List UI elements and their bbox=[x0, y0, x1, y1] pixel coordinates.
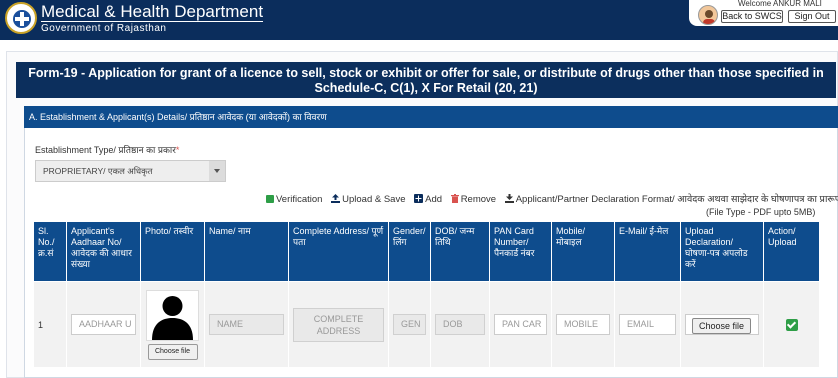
add-button[interactable]: Add bbox=[414, 194, 442, 205]
applicant-table: Sl. No./ क्र.सं Applicant's Aadhaar No/ … bbox=[33, 221, 820, 368]
col-header-address: Complete Address/ पूर्ण पता bbox=[288, 221, 389, 282]
required-mark: * bbox=[175, 145, 180, 155]
photo-cell: Choose file bbox=[140, 281, 205, 368]
back-to-swcs-button[interactable]: Back to SWCS bbox=[721, 10, 783, 23]
department-subtitle: Government of Rajasthan bbox=[41, 23, 167, 34]
action-bar: Verification Upload & Save Add Remove Ap… bbox=[266, 192, 838, 205]
row-check-icon[interactable] bbox=[785, 318, 798, 331]
trash-icon bbox=[450, 194, 459, 203]
download-icon bbox=[504, 194, 514, 203]
remove-button[interactable]: Remove bbox=[450, 194, 496, 205]
action-cell bbox=[763, 281, 820, 368]
photo-placeholder bbox=[146, 289, 199, 341]
col-header-name: Name/ नाम bbox=[204, 221, 289, 282]
table-header-row: Sl. No./ क्र.सं Applicant's Aadhaar No/ … bbox=[33, 221, 820, 282]
photo-choose-file-button[interactable]: Choose file bbox=[147, 343, 198, 360]
declaration-choose-file-button[interactable]: Choose file bbox=[692, 318, 752, 334]
address-cell: COMPLETE ADDRESS bbox=[288, 281, 389, 368]
pan-cell: PAN CAR bbox=[489, 281, 552, 368]
chevron-down-icon bbox=[209, 161, 225, 181]
aadhaar-input[interactable]: AADHAAR U bbox=[71, 314, 136, 335]
pan-input[interactable]: PAN CAR bbox=[494, 314, 547, 335]
welcome-text: Welcome ANKUR MALI bbox=[738, 0, 822, 8]
mobile-input[interactable]: MOBILE bbox=[556, 314, 610, 335]
col-header-mobile: Mobile/ मोबाइल bbox=[551, 221, 615, 282]
sign-out-button[interactable]: Sign Out bbox=[788, 10, 836, 23]
email-cell: EMAIL bbox=[614, 281, 681, 368]
plus-square-icon bbox=[414, 194, 424, 203]
dob-cell: DOB bbox=[430, 281, 490, 368]
col-header-upload: Upload Declaration/ घोषणा-पत्र अपलोड करे… bbox=[680, 221, 764, 282]
user-silhouette-icon bbox=[152, 295, 193, 340]
gender-cell: GEN bbox=[388, 281, 431, 368]
establishment-type-select[interactable]: PROPRIETARY/ एकल अधिकृत bbox=[35, 160, 226, 182]
upload-save-button[interactable]: Upload & Save bbox=[331, 194, 406, 205]
col-header-gender: Gender/ लिंग bbox=[388, 221, 431, 282]
establishment-type-value: PROPRIETARY/ एकल अधिकृत bbox=[43, 166, 153, 176]
form-title: Form-19 - Application for grant of a lic… bbox=[16, 62, 836, 98]
verification-button[interactable]: Verification bbox=[266, 194, 322, 205]
row-sl: 1 bbox=[33, 281, 67, 368]
col-header-aadhaar: Applicant's Aadhaar No/ आवेदक की आधार सं… bbox=[66, 221, 141, 282]
declaration-file-input[interactable]: Choose file bbox=[685, 314, 759, 335]
table-row: 1 AADHAAR U Choose file NAME COMPLETE AD… bbox=[33, 281, 820, 368]
department-logo bbox=[5, 2, 37, 34]
department-title: Medical & Health Department bbox=[41, 2, 264, 22]
address-textarea[interactable]: COMPLETE ADDRESS bbox=[293, 307, 384, 342]
check-square-icon bbox=[266, 195, 274, 203]
declaration-format-link[interactable]: Applicant/Partner Declaration Format/ आव… bbox=[504, 194, 838, 205]
upload-cell: Choose file bbox=[680, 281, 764, 368]
col-header-sl: Sl. No./ क्र.सं bbox=[33, 221, 67, 282]
aadhaar-cell: AADHAAR U bbox=[66, 281, 141, 368]
col-header-pan: PAN Card Number/ पैनकार्ड नंबर bbox=[489, 221, 552, 282]
col-header-photo: Photo/ तस्वीर bbox=[140, 221, 205, 282]
user-avatar bbox=[698, 5, 718, 25]
email-input[interactable]: EMAIL bbox=[619, 314, 676, 335]
col-header-action: Action/ Upload bbox=[763, 221, 820, 282]
mobile-cell: MOBILE bbox=[551, 281, 615, 368]
dob-input[interactable]: DOB bbox=[435, 314, 485, 335]
name-cell: NAME bbox=[204, 281, 289, 368]
col-header-dob: DOB/ जन्म तिथि bbox=[430, 221, 490, 282]
file-type-note: (File Type - PDF upto 5MB) bbox=[706, 207, 816, 217]
name-input[interactable]: NAME bbox=[209, 314, 284, 335]
gender-input[interactable]: GEN bbox=[393, 314, 426, 335]
col-header-email: E-Mail/ ई-मेल bbox=[614, 221, 681, 282]
establishment-type-label: Establishment Type/ प्रतिष्ठान का प्रकार… bbox=[35, 145, 180, 155]
section-header: A. Establishment & Applicant(s) Details/… bbox=[24, 106, 838, 128]
upload-icon bbox=[331, 194, 341, 203]
